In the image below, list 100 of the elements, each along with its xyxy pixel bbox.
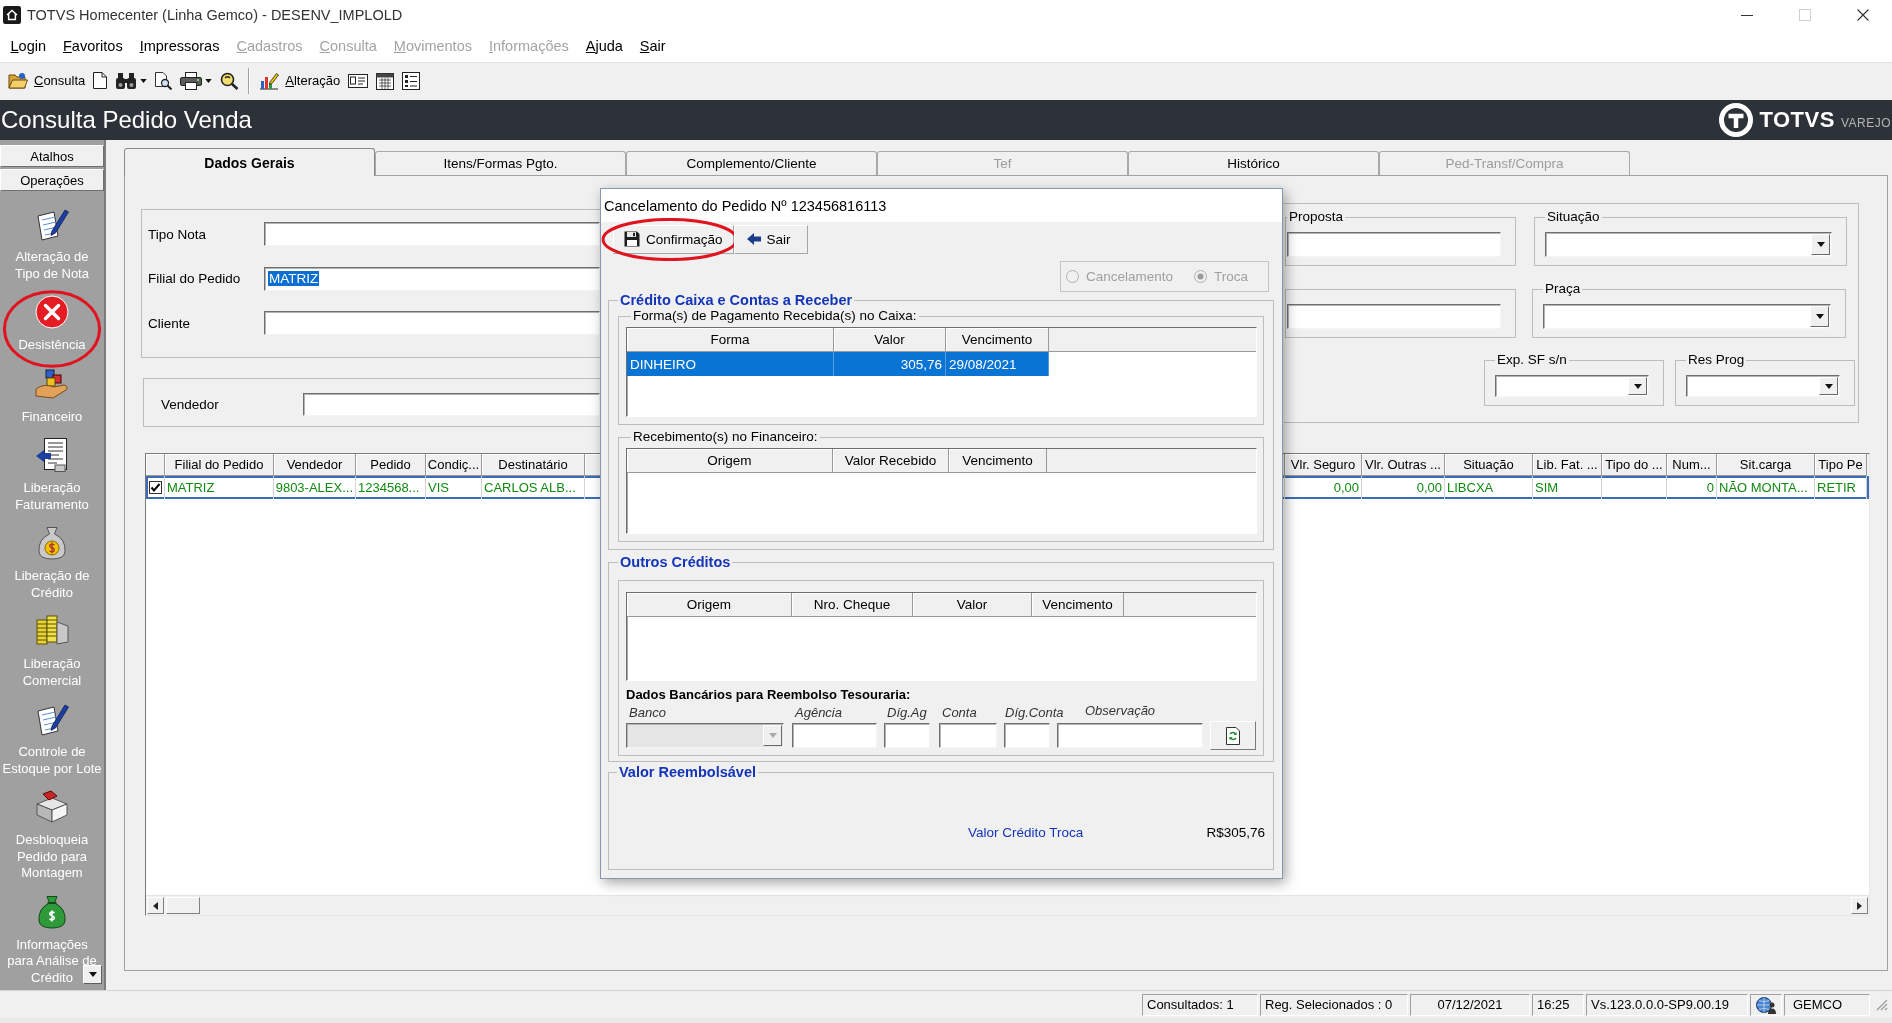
toolbar-button[interactable]: Sair bbox=[733, 224, 808, 254]
table-cell: NÃO MONTA... bbox=[1717, 476, 1815, 499]
input-field[interactable] bbox=[1004, 723, 1050, 748]
tab[interactable]: Itens/Formas Pgto. bbox=[375, 151, 626, 175]
input-field[interactable] bbox=[264, 311, 600, 335]
table-cell: 0,00 bbox=[1362, 476, 1445, 499]
list-icon bbox=[402, 71, 421, 90]
toolbar-button[interactable]: Alteração bbox=[255, 66, 345, 95]
value-label: Valor Crédito Troca bbox=[968, 824, 1084, 840]
toolbar-button[interactable]: Consulta bbox=[4, 66, 90, 95]
dropdown-button[interactable] bbox=[1810, 306, 1829, 327]
table-cell: 305,76 bbox=[834, 352, 946, 376]
arrow-right-icon bbox=[1857, 901, 1862, 910]
resize-grip-icon bbox=[1876, 998, 1888, 1011]
tab[interactable]: Histórico bbox=[1128, 151, 1379, 175]
document-arrow-icon bbox=[35, 438, 69, 472]
scroll-right-button[interactable] bbox=[1851, 897, 1868, 914]
input-field[interactable] bbox=[1057, 723, 1203, 748]
hand-blocks-icon bbox=[35, 366, 69, 401]
dropdown[interactable] bbox=[1495, 375, 1649, 397]
column-header[interactable]: Pedido bbox=[356, 454, 426, 476]
input-field[interactable] bbox=[1287, 232, 1501, 257]
input-field[interactable] bbox=[264, 222, 600, 246]
tab[interactable]: Complemento/Cliente bbox=[626, 151, 877, 175]
scroll-left-button[interactable] bbox=[147, 897, 164, 914]
maximize-icon bbox=[1799, 9, 1811, 21]
table-cell: SIM bbox=[1533, 476, 1602, 499]
column-header[interactable]: Vencimento bbox=[949, 449, 1047, 473]
input-field[interactable] bbox=[884, 723, 930, 748]
column-header[interactable]: Nro. Cheque bbox=[792, 593, 913, 617]
caret-icon bbox=[88, 972, 97, 977]
column-header[interactable]: Vlr. Outras ... bbox=[1362, 454, 1445, 476]
dropdown-button[interactable] bbox=[1811, 234, 1830, 255]
money-bag-icon bbox=[35, 526, 69, 560]
field-label: Díg.Conta bbox=[1004, 705, 1064, 721]
checkbox[interactable] bbox=[148, 481, 162, 494]
toolbar-button[interactable]: Confirmação bbox=[613, 224, 734, 254]
input-field[interactable] bbox=[303, 393, 600, 416]
column-header[interactable]: Situação bbox=[1445, 454, 1533, 476]
dropdown[interactable] bbox=[1545, 232, 1832, 257]
column-header[interactable]: Num... bbox=[1667, 454, 1717, 476]
table-cell: 9803-ALEX... bbox=[274, 476, 356, 499]
column-header[interactable]: Sit.carga bbox=[1717, 454, 1815, 476]
coin-stack-icon bbox=[35, 614, 69, 648]
column-header[interactable]: Forma bbox=[627, 328, 834, 352]
input-field[interactable] bbox=[939, 723, 997, 748]
column-header[interactable]: Valor Recebido bbox=[833, 449, 949, 473]
section-button[interactable]: Operações bbox=[0, 169, 104, 191]
caret-icon bbox=[1633, 383, 1642, 389]
column-header[interactable] bbox=[146, 454, 165, 476]
input-field[interactable] bbox=[1287, 304, 1501, 329]
group-label: Res Prog bbox=[1687, 352, 1746, 368]
column-header[interactable]: Vencimento bbox=[946, 328, 1049, 352]
field-label: Tipo Nota bbox=[148, 226, 208, 242]
group-label: Exp. SF s/n bbox=[1496, 352, 1568, 368]
column-header[interactable]: Filial do Pedido bbox=[165, 454, 274, 476]
scrollbar-thumb[interactable] bbox=[166, 897, 200, 914]
calendar-icon bbox=[376, 71, 395, 90]
dropdown[interactable] bbox=[1686, 375, 1840, 397]
column-header[interactable]: Tipo Pe bbox=[1815, 454, 1867, 476]
field-label: Conta bbox=[941, 705, 977, 721]
menu-item[interactable]: Favoritos bbox=[54, 38, 132, 54]
column-header[interactable]: Lib. Fat. ... bbox=[1533, 454, 1602, 476]
column-header[interactable]: Vencimento bbox=[1032, 593, 1124, 617]
table-cell: 0,00 bbox=[1285, 476, 1362, 499]
input-field[interactable]: MATRIZ bbox=[264, 266, 600, 291]
column-header[interactable]: Origem bbox=[627, 449, 833, 473]
column-header[interactable]: Destinatário bbox=[482, 454, 585, 476]
minimize-icon bbox=[1741, 14, 1753, 16]
table-row[interactable]: DINHEIRO 305,76 29/08/2021 bbox=[627, 352, 1256, 376]
arrow-left-icon bbox=[746, 233, 761, 245]
refresh-button[interactable] bbox=[1210, 721, 1256, 750]
menu-item[interactable]: Ajuda bbox=[577, 38, 632, 54]
column-header[interactable]: Vlr. Seguro bbox=[1285, 454, 1362, 476]
column-header[interactable]: Tipo do ... bbox=[1602, 454, 1667, 476]
menu-item[interactable]: Sair bbox=[631, 38, 675, 54]
column-header[interactable]: Origem bbox=[627, 593, 792, 617]
column-header[interactable]: Valor bbox=[834, 328, 946, 352]
close-icon bbox=[1857, 9, 1869, 21]
dropdown[interactable] bbox=[1543, 304, 1831, 329]
section-button[interactable]: Atalhos bbox=[0, 145, 104, 167]
dialog-title: Cancelamento do Pedido Nº 123456816113 bbox=[604, 197, 887, 214]
package-icon bbox=[35, 790, 69, 824]
caret-icon bbox=[1816, 242, 1825, 247]
table-cell: 1234568... bbox=[356, 476, 426, 499]
menu-item[interactable]: Impressoras bbox=[131, 38, 228, 54]
dropdown-button[interactable] bbox=[1819, 377, 1838, 395]
horizontal-scrollbar[interactable] bbox=[146, 895, 1869, 915]
input-field[interactable] bbox=[792, 723, 877, 748]
column-header[interactable]: Valor bbox=[913, 593, 1032, 617]
column-header[interactable]: Condiç... bbox=[426, 454, 482, 476]
group-label: Situação bbox=[1546, 209, 1601, 225]
tab[interactable]: Dados Gerais bbox=[124, 148, 375, 176]
menu-item[interactable]: Login bbox=[2, 38, 55, 54]
dropdown-button[interactable] bbox=[1628, 377, 1647, 395]
group-title: Crédito Caixa e Contas a Receber bbox=[619, 292, 854, 308]
refresh-icon bbox=[1226, 726, 1240, 745]
column-header[interactable]: Vendedor bbox=[274, 454, 356, 476]
status-panel: 16:25 bbox=[1532, 993, 1584, 1016]
scroll-down-button[interactable] bbox=[83, 965, 102, 984]
